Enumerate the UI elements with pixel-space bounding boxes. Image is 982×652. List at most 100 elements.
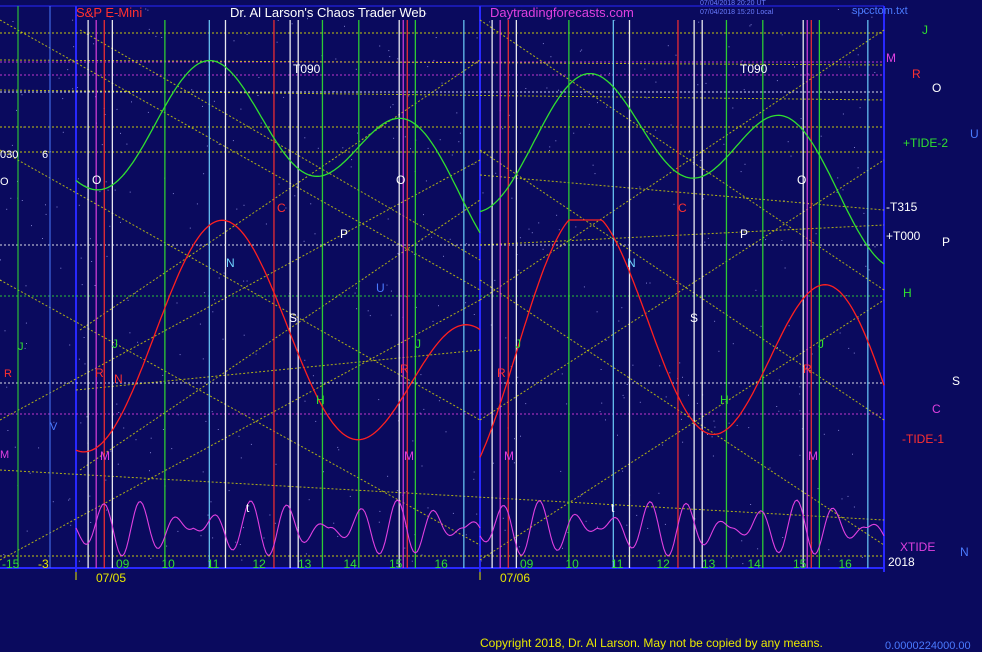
star [730,557,732,559]
star [317,147,319,149]
star [736,424,738,426]
legend-label: H [903,286,912,300]
star [323,471,324,473]
star [291,23,293,25]
star [542,43,544,45]
diagonal-line [79,199,481,471]
star [839,332,841,334]
legend-label: +TIDE-2 [903,136,948,150]
legend-label: J [922,23,928,37]
star [211,411,213,413]
legend-label: O [932,81,941,95]
star [558,229,560,231]
star [31,225,32,227]
star [367,310,369,312]
star [200,535,202,537]
star [312,375,314,377]
star [575,226,577,228]
star [662,444,664,446]
star [787,141,789,143]
star [337,535,339,537]
star [449,238,451,240]
star [435,37,437,38]
star [337,446,339,448]
star [676,283,678,285]
star [465,302,467,304]
star [828,549,830,551]
star [609,72,611,74]
star [11,144,13,146]
symbol-label: S&P E-Mini [76,5,143,20]
star [742,563,744,565]
diagonal-line [0,159,481,421]
star [562,547,563,549]
star [304,359,306,361]
star [191,89,193,91]
star [274,522,276,524]
star [573,132,575,134]
star [728,422,730,424]
legend-label: XTIDE [900,540,935,554]
star [782,537,784,538]
star [172,193,174,195]
star [432,320,434,322]
star [116,403,118,405]
star [150,437,152,439]
star [171,448,173,450]
star [511,197,513,199]
diagonal-line [0,149,481,421]
chart-annotation: S [289,311,297,325]
star [93,43,95,45]
star [155,35,157,37]
star [732,107,734,109]
star [0,259,1,261]
star [303,240,305,242]
star [24,347,26,349]
star [581,94,583,95]
star [83,337,85,338]
site-title: Dr. Al Larson's Chaos Trader Web [230,5,426,20]
star [72,88,74,90]
star [626,524,628,526]
star [777,347,778,349]
star [199,323,201,325]
star [212,537,214,539]
star [396,490,398,492]
star [665,396,667,398]
star [67,69,69,71]
star [837,177,839,179]
diagonal-line [479,279,885,546]
left-six-label: 6 [42,149,48,161]
star [127,299,129,301]
star [531,232,533,234]
star [387,218,389,220]
chart-annotation: R [400,362,409,376]
star [246,280,248,282]
star [820,135,822,137]
star [427,66,429,68]
website-link[interactable]: Daytradingforecasts.com [490,5,634,20]
star [38,447,40,449]
star [476,513,478,515]
star [857,167,859,169]
star [525,88,527,89]
star [712,455,714,457]
star [776,406,778,407]
star [639,401,641,403]
chart-annotation: M [808,449,818,463]
star [596,311,598,313]
left-r-label: R [4,368,12,380]
star [277,20,279,21]
star [101,144,103,146]
star [560,470,562,472]
star [718,350,720,352]
star [853,506,855,508]
star [260,122,262,124]
star [502,517,504,519]
star [438,305,439,307]
star [349,495,351,497]
star [741,540,743,542]
star [117,463,119,465]
star [817,488,819,490]
star [675,54,677,56]
